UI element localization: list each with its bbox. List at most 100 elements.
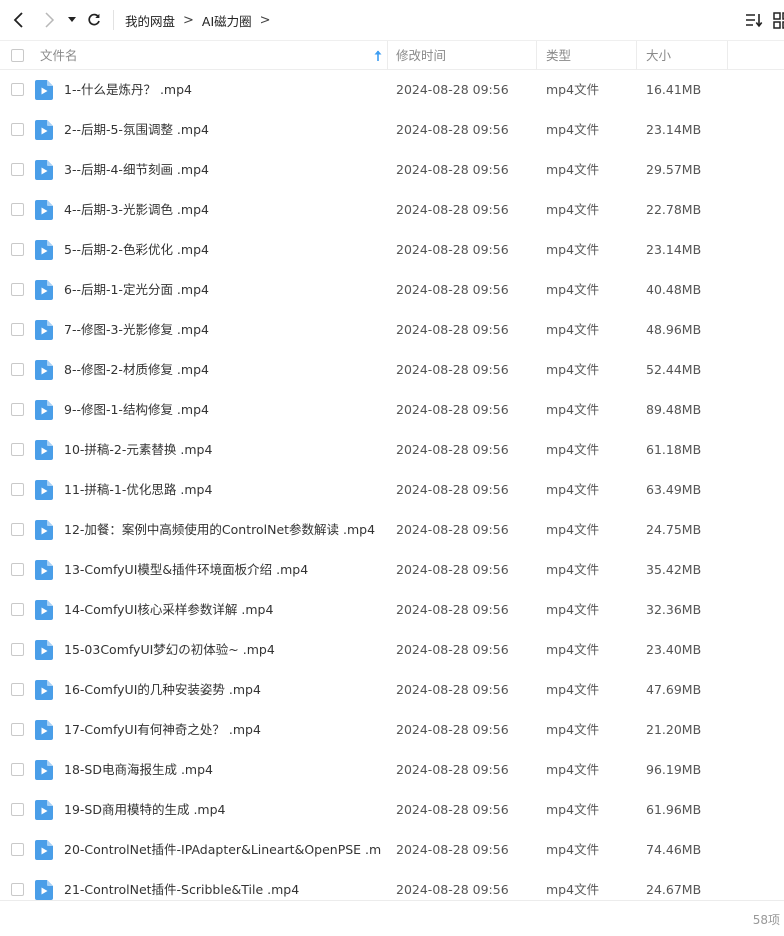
row-checkbox[interactable] <box>11 283 24 296</box>
file-type: mp4文件 <box>546 482 600 497</box>
row-checkbox[interactable] <box>11 243 24 256</box>
row-checkbox[interactable] <box>11 203 24 216</box>
file-type: mp4文件 <box>546 122 600 137</box>
file-row[interactable]: 14-ComfyUI核心采样参数详解 .mp4 2024-08-28 09:56 m… <box>0 590 784 630</box>
column-header-name[interactable]: 文件名 <box>40 41 380 71</box>
file-name[interactable]: 18-SD电商海报生成 .mp4 <box>64 750 382 790</box>
file-name[interactable]: 5--后期-2-色彩优化 .mp4 <box>64 230 382 270</box>
file-row[interactable]: 18-SD电商海报生成 .mp4 2024-08-28 09:56 mp4文件 96.… <box>0 750 784 790</box>
row-checkbox[interactable] <box>11 483 24 496</box>
video-file-icon <box>35 520 53 540</box>
file-row[interactable]: 13-ComfyUI模型&插件环境面板介绍 .mp4 2024-08-28 09:… <box>0 550 784 590</box>
breadcrumb-separator-icon: > <box>259 13 271 28</box>
file-name[interactable]: 20-ControlNet插件-IPAdapter&Lineart&OpenPS… <box>64 830 382 870</box>
row-checkbox[interactable] <box>11 843 24 856</box>
file-size: 21.20MB <box>646 722 702 737</box>
file-row[interactable]: 7--修图-3-光影修复 .mp4 2024-08-28 09:56 mp4文件 48… <box>0 310 784 350</box>
file-row[interactable]: 1--什么是炼丹？ .mp4 2024-08-28 09:56 mp4文件 16.41… <box>0 70 784 110</box>
row-checkbox[interactable] <box>11 803 24 816</box>
file-name[interactable]: 6--后期-1-定光分面 .mp4 <box>64 270 382 310</box>
file-row[interactable]: 5--后期-2-色彩优化 .mp4 2024-08-28 09:56 mp4文件 23… <box>0 230 784 270</box>
file-row[interactable]: 19-SD商用模特的生成 .mp4 2024-08-28 09:56 mp4文件 61… <box>0 790 784 830</box>
file-name[interactable]: 15-03ComfyUI梦幻の初体验~ .mp4 <box>64 630 382 670</box>
file-name[interactable]: 17-ComfyUI有何神奇之处？ .mp4 <box>64 710 382 750</box>
row-checkbox[interactable] <box>11 563 24 576</box>
video-file-icon <box>35 200 53 220</box>
file-row[interactable]: 15-03ComfyUI梦幻の初体验~ .mp4 2024-08-28 09:56… <box>0 630 784 670</box>
row-checkbox[interactable] <box>11 763 24 776</box>
file-name[interactable]: 9--修图-1-结构修复 .mp4 <box>64 390 382 430</box>
row-checkbox[interactable] <box>11 163 24 176</box>
row-checkbox[interactable] <box>11 603 24 616</box>
file-name[interactable]: 12-加餐：案例中高频使用的ControlNet参数解读 .mp4 <box>64 510 382 550</box>
breadcrumb-item-folder[interactable]: AI磁力圈 <box>202 11 252 30</box>
sort-ascending-icon[interactable] <box>373 49 383 63</box>
file-row[interactable]: 17-ComfyUI有何神奇之处？ .mp4 2024-08-28 09:56 mp… <box>0 710 784 750</box>
file-name[interactable]: 14-ComfyUI核心采样参数详解 .mp4 <box>64 590 382 630</box>
status-bar: 58项 <box>0 900 784 936</box>
column-header-size[interactable]: 大小 <box>646 41 716 71</box>
breadcrumb-item-root[interactable]: 我的网盘 <box>125 11 175 30</box>
file-modified-time: 2024-08-28 09:56 <box>396 322 509 337</box>
video-file-icon <box>35 800 53 820</box>
file-size: 40.48MB <box>646 282 702 297</box>
row-checkbox[interactable] <box>11 83 24 96</box>
file-name[interactable]: 8--修图-2-材质修复 .mp4 <box>64 350 382 390</box>
file-row[interactable]: 3--后期-4-细节刻画 .mp4 2024-08-28 09:56 mp4文件 29… <box>0 150 784 190</box>
back-button[interactable] <box>7 8 31 32</box>
forward-button[interactable] <box>37 8 61 32</box>
file-row[interactable]: 2--后期-5-氛围调整 .mp4 2024-08-28 09:56 mp4文件 23… <box>0 110 784 150</box>
column-divider[interactable] <box>727 41 728 70</box>
file-size: 63.49MB <box>646 482 702 497</box>
row-checkbox[interactable] <box>11 723 24 736</box>
row-checkbox[interactable] <box>11 403 24 416</box>
file-row[interactable]: 11-拼稿-1-优化思路 .mp4 2024-08-28 09:56 mp4文件 63… <box>0 470 784 510</box>
file-type: mp4文件 <box>546 162 600 177</box>
file-name[interactable]: 1--什么是炼丹？ .mp4 <box>64 70 382 110</box>
file-type: mp4文件 <box>546 562 600 577</box>
row-checkbox[interactable] <box>11 443 24 456</box>
file-row[interactable]: 20-ControlNet插件-IPAdapter&Lineart&OpenPS… <box>0 830 784 870</box>
file-row[interactable]: 10-拼稿-2-元素替换 .mp4 2024-08-28 09:56 mp4文件 61… <box>0 430 784 470</box>
video-file-icon <box>35 680 53 700</box>
file-name[interactable]: 4--后期-3-光影调色 .mp4 <box>64 190 382 230</box>
file-row[interactable]: 12-加餐：案例中高频使用的ControlNet参数解读 .mp4 2024-08… <box>0 510 784 550</box>
file-size: 16.41MB <box>646 82 702 97</box>
file-name[interactable]: 2--后期-5-氛围调整 .mp4 <box>64 110 382 150</box>
view-mode-button[interactable] <box>772 10 784 30</box>
file-name[interactable]: 13-ComfyUI模型&插件环境面板介绍 .mp4 <box>64 550 382 590</box>
row-checkbox[interactable] <box>11 523 24 536</box>
row-checkbox[interactable] <box>11 683 24 696</box>
file-size: 24.75MB <box>646 522 702 537</box>
file-name[interactable]: 19-SD商用模特的生成 .mp4 <box>64 790 382 830</box>
file-name[interactable]: 11-拼稿-1-优化思路 .mp4 <box>64 470 382 510</box>
file-type: mp4文件 <box>546 802 600 817</box>
row-checkbox[interactable] <box>11 323 24 336</box>
column-divider[interactable] <box>636 41 637 70</box>
breadcrumb: 我的网盘 > AI磁力圈 > <box>125 11 279 30</box>
column-divider[interactable] <box>387 41 388 70</box>
file-name[interactable]: 7--修图-3-光影修复 .mp4 <box>64 310 382 350</box>
select-all-checkbox[interactable] <box>11 49 24 62</box>
file-row[interactable]: 9--修图-1-结构修复 .mp4 2024-08-28 09:56 mp4文件 89… <box>0 390 784 430</box>
sort-options-button[interactable] <box>744 10 764 30</box>
row-checkbox[interactable] <box>11 123 24 136</box>
row-checkbox[interactable] <box>11 363 24 376</box>
row-checkbox[interactable] <box>11 643 24 656</box>
file-name[interactable]: 3--后期-4-细节刻画 .mp4 <box>64 150 382 190</box>
row-checkbox[interactable] <box>11 883 24 896</box>
column-header-modified[interactable]: 修改时间 <box>396 41 526 71</box>
file-size: 61.18MB <box>646 442 702 457</box>
file-name[interactable]: 16-ComfyUI的几种安装姿势 .mp4 <box>64 670 382 710</box>
column-divider[interactable] <box>536 41 537 70</box>
refresh-button[interactable] <box>82 8 106 32</box>
file-name[interactable]: 10-拼稿-2-元素替换 .mp4 <box>64 430 382 470</box>
column-header-type[interactable]: 类型 <box>546 41 626 71</box>
file-modified-time: 2024-08-28 09:56 <box>396 482 509 497</box>
file-row[interactable]: 16-ComfyUI的几种安装姿势 .mp4 2024-08-28 09:56 mp… <box>0 670 784 710</box>
caret-down-icon <box>68 17 76 22</box>
file-row[interactable]: 8--修图-2-材质修复 .mp4 2024-08-28 09:56 mp4文件 52… <box>0 350 784 390</box>
file-row[interactable]: 4--后期-3-光影调色 .mp4 2024-08-28 09:56 mp4文件 22… <box>0 190 784 230</box>
file-row[interactable]: 6--后期-1-定光分面 .mp4 2024-08-28 09:56 mp4文件 40… <box>0 270 784 310</box>
history-dropdown-button[interactable] <box>63 8 81 32</box>
